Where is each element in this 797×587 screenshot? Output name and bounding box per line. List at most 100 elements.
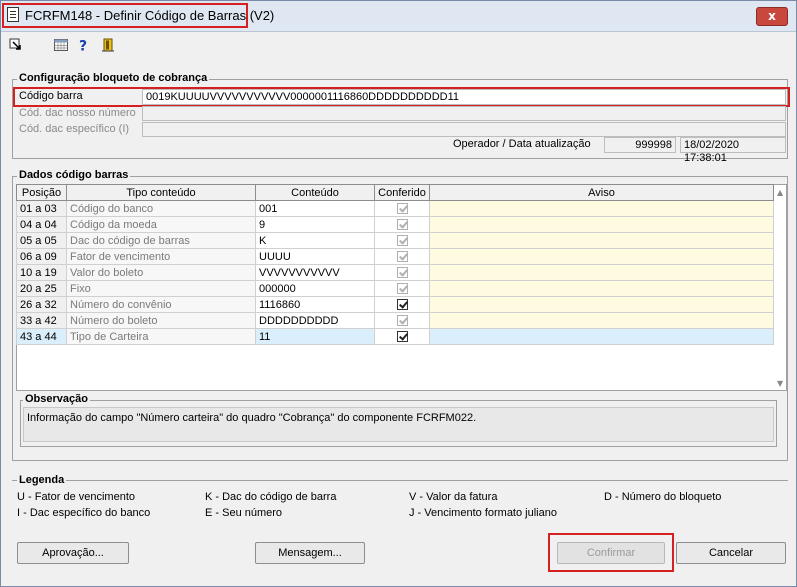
aviso-cell (429, 264, 774, 281)
confirmar-button[interactable]: Confirmar (557, 542, 665, 564)
help-icon[interactable]: ? (77, 38, 91, 53)
conteudo-cell[interactable]: 001 (255, 200, 375, 217)
posicao-cell: 33 a 42 (16, 312, 67, 329)
table-row[interactable]: 01 a 03 Código do banco 001 (16, 200, 774, 217)
conferido-cell (374, 296, 430, 313)
table-row[interactable]: 05 a 05 Dac do código de barras K (16, 232, 774, 249)
svg-text:?: ? (79, 39, 87, 53)
posicao-cell: 01 a 03 (16, 200, 67, 217)
aviso-cell (429, 312, 774, 329)
posicao-cell: 20 a 25 (16, 280, 67, 297)
conferido-cell (374, 216, 430, 233)
conferido-cell (374, 280, 430, 297)
close-button[interactable]: x (756, 7, 788, 26)
tipo-conteudo-cell: Fator de vencimento (66, 248, 256, 265)
table-header-row: Posição Tipo conteúdo Conteúdo Conferido… (16, 184, 774, 201)
conferido-checkbox[interactable] (396, 331, 408, 343)
table-row[interactable]: 06 a 09 Fator de vencimento UUUU (16, 248, 774, 265)
dados-title: Dados código barras (17, 169, 131, 181)
conteudo-cell[interactable]: 000000 (255, 280, 375, 297)
window-title: FCRFM148 - Definir Código de Barras (V2) (25, 8, 275, 23)
aprovacao-button[interactable]: Aprovação... (17, 542, 129, 564)
posicao-cell: 43 a 44 (16, 328, 67, 345)
conteudo-cell[interactable]: 1116860 (255, 296, 375, 313)
table-row[interactable]: 04 a 04 Código da moeda 9 (16, 216, 774, 233)
codigo-barra-highlight (13, 87, 790, 107)
conferido-cell (374, 232, 430, 249)
tipo-conteudo-cell: Número do boleto (66, 312, 256, 329)
legenda-divider (12, 480, 788, 481)
conferido-cell (374, 328, 430, 345)
col-conferido[interactable]: Conferido (374, 184, 430, 201)
col-tipo-conteudo[interactable]: Tipo conteúdo (66, 184, 256, 201)
legenda-item: U - Fator de vencimento (17, 491, 135, 503)
legenda-item: J - Vencimento formato juliano (409, 507, 557, 519)
table-row[interactable]: 26 a 32 Número do convênio 1116860 (16, 296, 774, 313)
operador-label: Operador / Data atualização (453, 138, 591, 150)
conferido-checkbox[interactable] (396, 203, 408, 215)
config-title: Configuração bloqueto de cobrança (17, 72, 210, 84)
conteudo-cell[interactable]: K (255, 232, 375, 249)
conteudo-cell[interactable]: 11 (255, 328, 375, 345)
exit-door-icon[interactable] (101, 38, 115, 52)
tipo-conteudo-cell: Valor do boleto (66, 264, 256, 281)
title-bar: FCRFM148 - Definir Código de Barras (V2)… (1, 1, 796, 32)
legenda-item: D - Número do bloqueto (604, 491, 722, 503)
legenda-item: I - Dac específico do banco (17, 507, 151, 519)
col-conteudo[interactable]: Conteúdo (255, 184, 375, 201)
data-atualizacao-field: 18/02/2020 17:38:01 (680, 137, 786, 164)
conferido-cell (374, 248, 430, 265)
conferido-checkbox[interactable] (396, 299, 408, 311)
aviso-cell (429, 248, 774, 265)
tipo-conteudo-cell: Tipo de Carteira (66, 328, 256, 345)
legenda-item: V - Valor da fatura (409, 491, 498, 503)
mensagem-button[interactable]: Mensagem... (255, 542, 365, 564)
scroll-down-icon[interactable]: ▼ (777, 379, 783, 388)
col-posicao[interactable]: Posição (16, 184, 67, 201)
scroll-up-icon[interactable]: ▲ (777, 188, 783, 197)
tipo-conteudo-cell: Dac do código de barras (66, 232, 256, 249)
conferido-checkbox[interactable] (396, 219, 408, 231)
dac-especifico-field (142, 122, 786, 137)
cancelar-button[interactable]: Cancelar (676, 542, 786, 564)
table-row[interactable]: 43 a 44 Tipo de Carteira 11 (16, 328, 774, 345)
tipo-conteudo-cell: Fixo (66, 280, 256, 297)
aviso-cell (429, 232, 774, 249)
conferido-checkbox[interactable] (396, 315, 408, 327)
document-icon (7, 7, 19, 22)
restore-icon[interactable] (9, 38, 23, 52)
conferido-cell (374, 200, 430, 217)
calendar-icon[interactable] (54, 38, 68, 52)
legenda-title: Legenda (17, 474, 67, 486)
posicao-cell: 04 a 04 (16, 216, 67, 233)
conteudo-cell[interactable]: UUUU (255, 248, 375, 265)
observacao-title: Observação (23, 393, 90, 405)
conferido-checkbox[interactable] (396, 235, 408, 247)
tipo-conteudo-cell: Código da moeda (66, 216, 256, 233)
tipo-conteudo-cell: Número do convênio (66, 296, 256, 313)
observacao-text: Informação do campo "Número carteira" do… (23, 407, 774, 442)
dac-especifico-label: Cód. dac específico (I) (19, 123, 130, 135)
dac-nosso-label: Cód. dac nosso número (19, 107, 136, 119)
conferido-cell (374, 264, 430, 281)
posicao-cell: 10 a 19 (16, 264, 67, 281)
posicao-cell: 05 a 05 (16, 232, 67, 249)
aviso-cell (429, 280, 774, 297)
posicao-cell: 26 a 32 (16, 296, 67, 313)
aviso-cell (429, 216, 774, 233)
conteudo-cell[interactable]: DDDDDDDDDD (255, 312, 375, 329)
conferido-checkbox[interactable] (396, 251, 408, 263)
conteudo-cell[interactable]: VVVVVVVVVVV (255, 264, 375, 281)
table-row[interactable]: 20 a 25 Fixo 000000 (16, 280, 774, 297)
table-row[interactable]: 10 a 19 Valor do boleto VVVVVVVVVVV (16, 264, 774, 281)
table-row[interactable]: 33 a 42 Número do boleto DDDDDDDDDD (16, 312, 774, 329)
dados-table: Posição Tipo conteúdo Conteúdo Conferido… (16, 184, 774, 345)
conteudo-cell[interactable]: 9 (255, 216, 375, 233)
posicao-cell: 06 a 09 (16, 248, 67, 265)
col-aviso[interactable]: Aviso (429, 184, 774, 201)
conferido-checkbox[interactable] (396, 267, 408, 279)
dac-nosso-field (142, 106, 786, 121)
legenda-item: K - Dac do código de barra (205, 491, 337, 503)
conferido-checkbox[interactable] (396, 283, 408, 295)
conferido-cell (374, 312, 430, 329)
